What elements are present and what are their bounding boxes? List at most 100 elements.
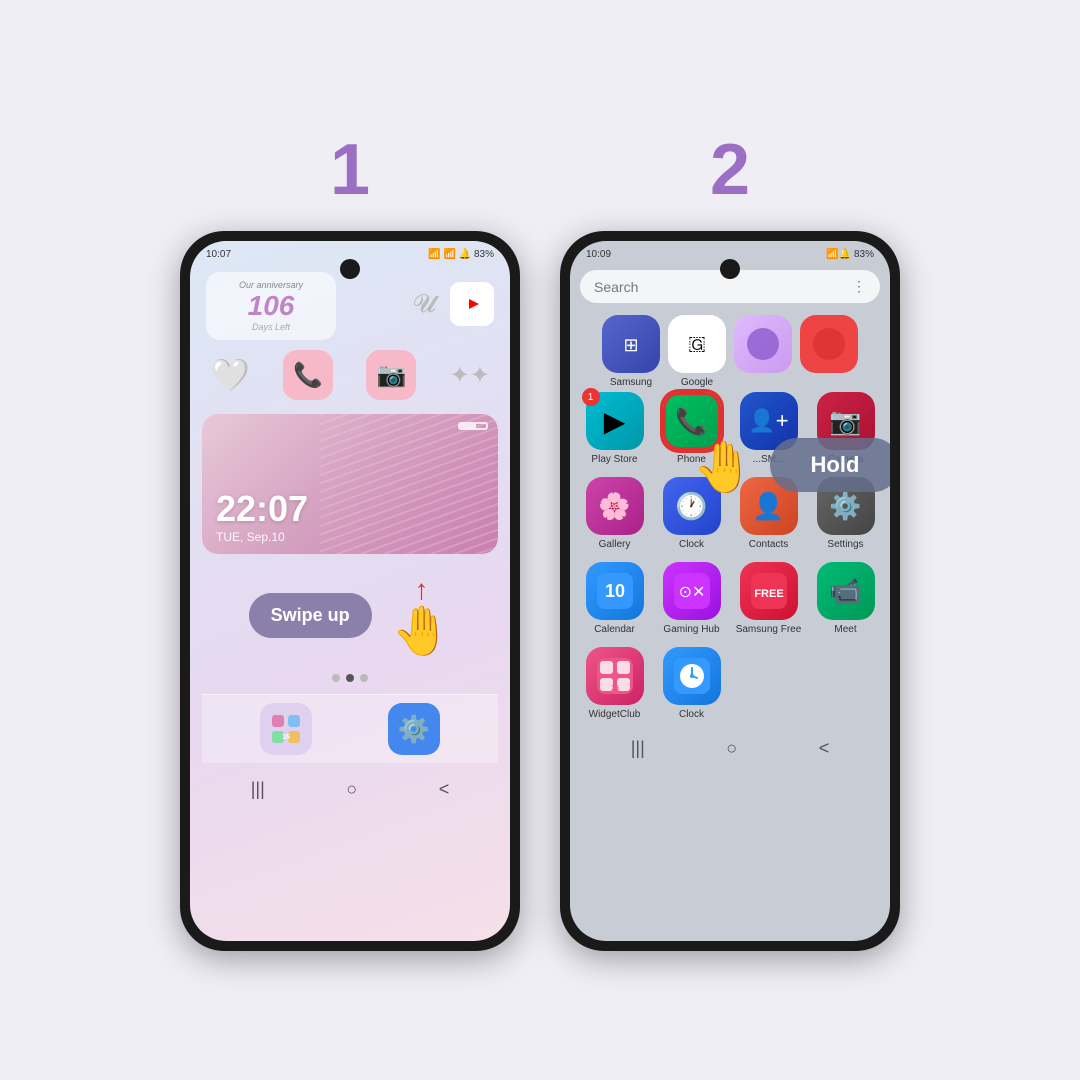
battery-bar xyxy=(458,422,488,430)
clock2-label: Clock xyxy=(679,709,704,720)
step-1-number: 1 xyxy=(330,129,370,211)
widgetclub-app-icon[interactable]: 15 xyxy=(586,647,644,705)
samsung-free-label: Samsung Free xyxy=(736,624,802,635)
nav-back[interactable]: ||| xyxy=(251,779,265,800)
nav-home[interactable]: ○ xyxy=(346,779,357,800)
time-widget-lines xyxy=(320,414,498,554)
status-bar-1: 10:07 📶 📶 🔔 83% xyxy=(190,241,510,264)
apps-row-4: 10 Calendar ⊙✕ Gaming Hub xyxy=(570,558,890,643)
time-widget: 22:07 TUE, Sep.10 xyxy=(202,414,498,554)
phone-1: 10:07 📶 📶 🔔 83% Our anniversary 106 Days… xyxy=(180,231,520,951)
nav2-recent[interactable]: < xyxy=(819,738,830,759)
gaming-label: Gaming Hub xyxy=(663,624,719,635)
settings-label: Settings xyxy=(827,539,863,550)
partial-app-2 xyxy=(800,315,858,373)
top-partial-row: ⊞ Samsung 🇬 Google xyxy=(570,309,890,388)
status-time-1: 10:07 xyxy=(206,249,231,260)
svg-text:⊞: ⊞ xyxy=(623,335,638,355)
step-2-number: 2 xyxy=(710,129,750,211)
more-icon: ⋮ xyxy=(852,278,866,295)
main-container: 1 10:07 📶 📶 🔔 83% Our anniversar xyxy=(0,0,1080,1080)
app-item-gallery[interactable]: 🌸 Gallery xyxy=(580,477,649,550)
gaming-app-icon[interactable]: ⊙✕ xyxy=(663,562,721,620)
app-item-meet[interactable]: 📹 Meet xyxy=(811,562,880,635)
app-item-gaming[interactable]: ⊙✕ Gaming Hub xyxy=(657,562,726,635)
google-app-icon[interactable]: 🇬 xyxy=(668,315,726,373)
gallery-label: Gallery xyxy=(599,539,631,550)
phone-app-icon[interactable]: 📞 xyxy=(283,350,333,400)
contacts-label: Contacts xyxy=(749,539,788,550)
heart-icon: 🤍 xyxy=(210,356,250,394)
svg-text:10: 10 xyxy=(604,581,624,601)
meet-label: Meet xyxy=(834,624,856,635)
app-item-widgetclub[interactable]: 15 WidgetClub xyxy=(580,647,649,720)
wifi-icon: 📶 xyxy=(428,249,440,260)
nav-bar-2: ||| ○ < xyxy=(570,728,890,769)
svg-text:🇬: 🇬 xyxy=(688,333,706,355)
nav2-back[interactable]: ||| xyxy=(631,738,645,759)
samsung-label: Samsung xyxy=(610,377,652,388)
hand-gesture-2: 🤚 xyxy=(693,438,755,497)
app-item-clock2[interactable]: Clock xyxy=(657,647,726,720)
bottom-dock-1: 15 ⚙️ xyxy=(202,694,498,763)
youtube-icon[interactable] xyxy=(450,282,494,326)
status-time-2: 10:09 xyxy=(586,249,611,260)
nav-recent[interactable]: < xyxy=(439,779,450,800)
playstore-app-icon[interactable]: ▶ 1 xyxy=(586,392,644,450)
anniversary-title: Our anniversary xyxy=(220,280,322,290)
battery-text-1: 📶 🔔 83% xyxy=(444,249,494,260)
svg-text:⊙✕: ⊙✕ xyxy=(678,584,705,601)
calendar-app-icon[interactable]: 10 xyxy=(586,562,644,620)
anniversary-num: 106 xyxy=(220,290,322,322)
swipe-up-button[interactable]: Swipe up xyxy=(249,593,372,638)
notch-1 xyxy=(340,259,360,279)
u-icon: 𝓤 xyxy=(413,288,436,320)
app-item-partial1 xyxy=(734,315,792,388)
status-bar-2: 10:09 📶🔔 83% xyxy=(570,241,890,264)
badge-playstore: 1 xyxy=(582,388,600,406)
gallery-app-icon[interactable]: 🌸 xyxy=(586,477,644,535)
clock-label: Clock xyxy=(679,539,704,550)
widgetclub-label: WidgetClub xyxy=(589,709,641,720)
widgetclub-dock-icon[interactable]: 15 xyxy=(260,703,312,755)
time-widget-bg: 22:07 TUE, Sep.10 xyxy=(202,414,498,554)
app-item-samsung-free[interactable]: FREE Samsung Free xyxy=(734,562,803,635)
svg-text:15: 15 xyxy=(611,685,619,692)
nav2-home[interactable]: ○ xyxy=(726,738,737,759)
meet-app-icon[interactable]: 📹 xyxy=(817,562,875,620)
svg-text:FREE: FREE xyxy=(754,588,783,600)
settings-dock-icon[interactable]: ⚙️ xyxy=(388,703,440,755)
camera-app-icon[interactable]: 📷 xyxy=(366,350,416,400)
page-dots xyxy=(202,668,498,688)
hand-gesture-1: 🤚 xyxy=(392,608,452,656)
notch-2 xyxy=(720,259,740,279)
app-item-playstore[interactable]: ▶ 1 Play Store xyxy=(580,392,649,465)
svg-text:15: 15 xyxy=(282,734,290,741)
icons-row-2: 🤍 📞 📷 ✦✦ xyxy=(202,346,498,404)
arrow-up-icon: ↑ xyxy=(415,574,429,606)
google-label: Google xyxy=(681,377,713,388)
app-item-partial2 xyxy=(800,315,858,388)
playstore-label: Play Store xyxy=(591,454,637,465)
phone-1-screen: 10:07 📶 📶 🔔 83% Our anniversary 106 Days… xyxy=(190,241,510,941)
clock2-app-icon[interactable] xyxy=(663,647,721,705)
nav-bar-1: ||| ○ < xyxy=(190,771,510,810)
status-icons-2: 📶🔔 83% xyxy=(826,249,874,260)
anniversary-widget: Our anniversary 106 Days Left xyxy=(206,272,336,340)
dot-2-active xyxy=(346,674,354,682)
apps-row-5: 15 WidgetClub xyxy=(570,643,890,728)
swipe-area: Swipe up ↑ 🤚 xyxy=(202,564,498,662)
samsung-free-app-icon[interactable]: FREE xyxy=(740,562,798,620)
calendar-label: Calendar xyxy=(594,624,635,635)
app-item-calendar[interactable]: 10 Calendar xyxy=(580,562,649,635)
stars-icon: ✦✦ xyxy=(450,361,490,390)
partial-app-1 xyxy=(734,315,792,373)
hold-bubble: Hold xyxy=(770,438,890,492)
phone1-content: Our anniversary 106 Days Left 𝓤 xyxy=(190,264,510,771)
samsung-app-icon[interactable]: ⊞ xyxy=(602,315,660,373)
app-item-google[interactable]: 🇬 Google xyxy=(668,315,726,388)
app-item-samsung[interactable]: ⊞ Samsung xyxy=(602,315,660,388)
dot-1 xyxy=(332,674,340,682)
status-icons-1: 📶 📶 🔔 83% xyxy=(428,249,494,260)
phone-2: 10:09 📶🔔 83% Search ⋮ ⊞ xyxy=(560,231,900,951)
